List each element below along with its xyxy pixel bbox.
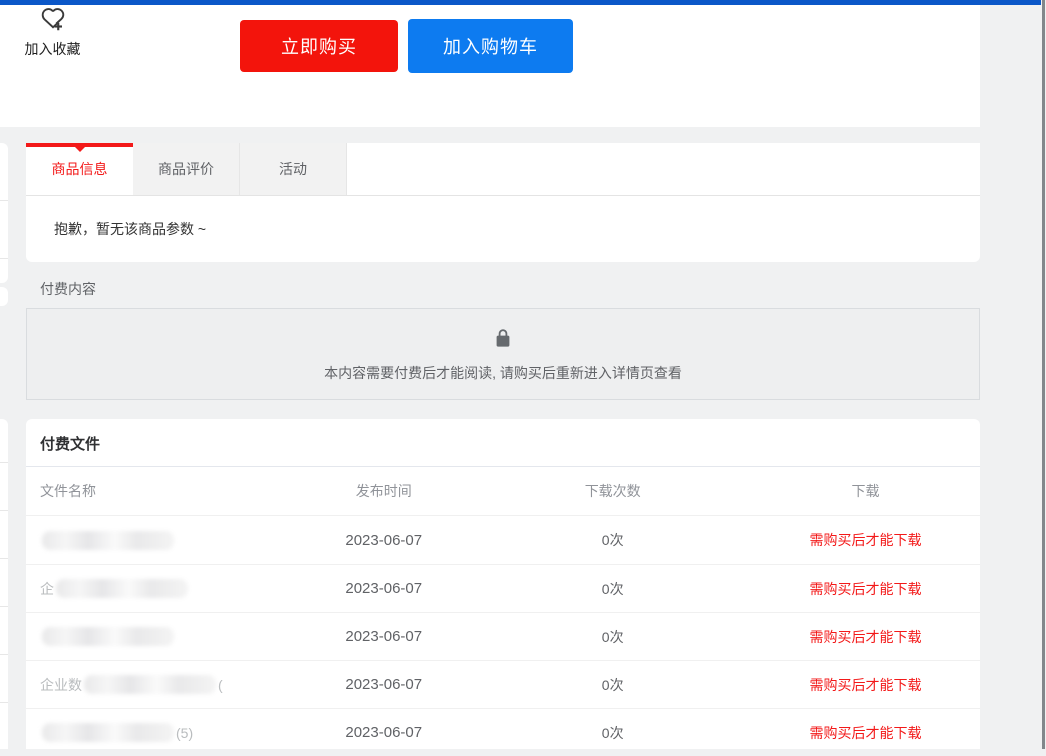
heart-plus-icon	[0, 5, 105, 35]
favorite-label: 加入收藏	[0, 39, 105, 59]
file-name-cell	[26, 626, 293, 648]
clipped-left-panel	[0, 143, 8, 283]
paid-files-panel: 付费文件 文件名称 发布时间 下载次数 下载 2023-06-07 0次 需购买…	[26, 419, 980, 749]
file-name-fragment: (	[218, 677, 223, 693]
locked-content-box: 本内容需要付费后才能阅读, 请购买后重新进入详情页查看	[26, 308, 980, 400]
tab-product-reviews[interactable]: 商品评价	[133, 143, 240, 195]
paid-files-title: 付费文件	[26, 419, 980, 466]
vertical-scrollbar[interactable]	[1042, 0, 1045, 749]
download-count-cell: 0次	[474, 530, 751, 550]
redaction-blur	[84, 675, 216, 694]
tab-product-info[interactable]: 商品信息	[26, 143, 133, 195]
locked-message: 本内容需要付费后才能阅读, 请购买后重新进入详情页查看	[324, 363, 682, 383]
paid-content-section-title: 付费内容	[40, 279, 96, 299]
publish-date-cell: 2023-06-07	[293, 676, 474, 693]
file-name-fragment: (5)	[176, 725, 193, 741]
clipped-left-panel	[0, 419, 8, 749]
download-count-cell: 0次	[474, 579, 751, 599]
file-name-fragment: 企	[40, 579, 54, 599]
no-parameters-panel: 抱歉，暂无该商品参数 ~	[26, 196, 980, 262]
redacted-file-name: (5)	[40, 722, 293, 744]
paid-files-rows: 2023-06-07 0次 需购买后才能下载 企 2023-06-07 0次 需…	[26, 516, 980, 756]
redacted-file-name	[40, 626, 293, 648]
add-to-favorites-button[interactable]: 加入收藏	[0, 5, 105, 71]
tab-label: 商品信息	[52, 159, 108, 179]
file-name-cell: (5)	[26, 722, 293, 744]
redaction-blur	[56, 579, 188, 598]
redaction-blur	[42, 627, 174, 646]
buy-now-button[interactable]: 立即购买	[240, 20, 398, 72]
product-detail-tabs: 商品信息 商品评价 活动	[26, 143, 980, 196]
redacted-file-name: 企	[40, 578, 293, 600]
publish-date-cell: 2023-06-07	[293, 724, 474, 741]
column-header-download: 下载	[751, 481, 980, 501]
tab-label: 商品评价	[158, 159, 214, 179]
no-parameters-text: 抱歉，暂无该商品参数 ~	[54, 219, 206, 239]
purchase-to-download-link[interactable]: 需购买后才能下载	[751, 675, 980, 695]
redacted-file-name	[40, 529, 293, 551]
column-header-download-count: 下载次数	[474, 481, 751, 501]
redaction-blur	[42, 531, 174, 550]
buy-box-panel: 立即购买 加入购物车 加入收藏	[0, 5, 980, 127]
tab-label: 活动	[279, 159, 307, 179]
file-name-cell	[26, 529, 293, 551]
purchase-to-download-link[interactable]: 需购买后才能下载	[751, 627, 980, 647]
file-name-cell: 企业数 (	[26, 674, 293, 696]
publish-date-cell: 2023-06-07	[293, 580, 474, 597]
column-header-filename: 文件名称	[26, 481, 293, 501]
purchase-to-download-link[interactable]: 需购买后才能下载	[751, 530, 980, 550]
paid-file-row: 2023-06-07 0次 需购买后才能下载	[26, 612, 980, 660]
active-tab-indicator	[26, 143, 133, 147]
file-name-fragment: 企业数	[40, 675, 82, 695]
clipped-left-panel	[0, 287, 8, 306]
tab-activity[interactable]: 活动	[240, 143, 347, 195]
publish-date-cell: 2023-06-07	[293, 532, 474, 549]
download-count-cell: 0次	[474, 675, 751, 695]
add-to-cart-button[interactable]: 加入购物车	[408, 19, 573, 73]
redacted-file-name: 企业数 (	[40, 674, 293, 696]
redaction-blur	[42, 723, 174, 742]
column-header-publish-time: 发布时间	[293, 481, 474, 501]
purchase-to-download-link[interactable]: 需购买后才能下载	[751, 723, 980, 743]
download-count-cell: 0次	[474, 723, 751, 743]
paid-file-row: 2023-06-07 0次 需购买后才能下载	[26, 516, 980, 564]
lock-icon	[491, 326, 515, 355]
paid-file-row: 企 2023-06-07 0次 需购买后才能下载	[26, 564, 980, 612]
download-count-cell: 0次	[474, 627, 751, 647]
publish-date-cell: 2023-06-07	[293, 628, 474, 645]
paid-file-row: 企业数 ( 2023-06-07 0次 需购买后才能下载	[26, 660, 980, 708]
file-name-cell: 企	[26, 578, 293, 600]
purchase-to-download-link[interactable]: 需购买后才能下载	[751, 579, 980, 599]
paid-files-header-row: 文件名称 发布时间 下载次数 下载	[26, 467, 980, 515]
